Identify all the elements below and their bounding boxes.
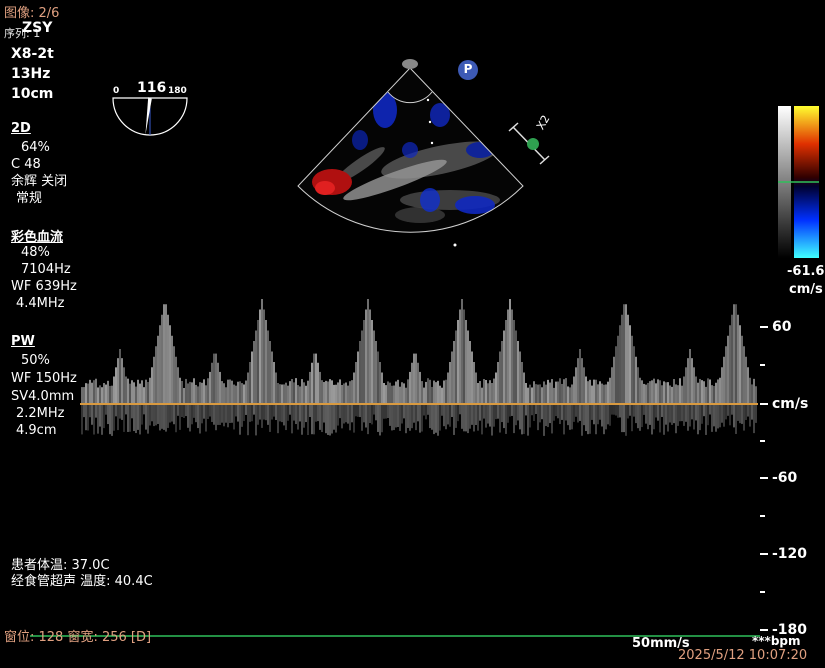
dial-needle [145, 97, 152, 135]
scale-label-unit: cm/s [772, 396, 809, 412]
params-color-freq: 4.4MHz [16, 296, 65, 311]
params-color-title: 彩色血流 [11, 230, 64, 245]
params-2d-mode: 常规 [16, 191, 43, 206]
params-pw-gain: 50% [21, 353, 50, 368]
probe-angle-dial [112, 97, 188, 136]
doppler-scale-ticks [760, 326, 768, 631]
params-color-wf: WF 639Hz [11, 279, 77, 294]
probe-temp: 经食管超声 温度: 40.4C [11, 574, 153, 589]
params-pw-freq: 2.2MHz [16, 406, 65, 421]
patient-temp: 患者体温: 37.0C [11, 558, 110, 573]
heart-rate: ***bpm [752, 634, 801, 648]
scale-label-60: 60 [772, 319, 792, 335]
params-2d-title: 2D [11, 121, 31, 136]
frame-rate: 13Hz [11, 66, 51, 82]
params-2d-gain: 64% [21, 140, 50, 155]
params-color-prf: 7104Hz [21, 262, 71, 277]
colorbar-low-value: -61.6 [787, 264, 825, 279]
dial-min-label: 0 [113, 86, 120, 96]
window-level: 窗位: 128 窗宽: 256 [D] [4, 630, 152, 645]
params-2d-persist: 余辉 关闭 [11, 174, 68, 189]
p-marker-label: P [463, 62, 473, 76]
scale-label-neg120: -120 [772, 546, 808, 562]
depth: 10cm [11, 86, 54, 102]
colorbar-unit: cm/s [789, 282, 823, 297]
pw-doppler-spectrum [81, 299, 757, 436]
dial-angle-value: 116 [137, 80, 167, 96]
dial-max-label: 180 [168, 86, 187, 96]
datetime: 2025/5/12 10:07:20 [678, 648, 808, 663]
hospital-label: ZSY [22, 20, 53, 36]
image-index: 图像: 2/6 [4, 6, 60, 21]
ultrasound-display [30, 59, 819, 637]
params-2d-compress: C 48 [11, 157, 41, 172]
colorbar [778, 106, 819, 258]
params-pw-title: PW [11, 334, 35, 349]
params-pw-wf: WF 150Hz [11, 371, 77, 386]
2d-sector-image [297, 59, 524, 247]
scale-label-neg60: -60 [772, 470, 798, 486]
params-pw-sv: SV4.0mm [11, 389, 75, 404]
params-pw-depth: 4.9cm [16, 423, 57, 438]
params-color-gain: 48% [21, 245, 50, 260]
probe-model: X8-2t [11, 46, 54, 62]
